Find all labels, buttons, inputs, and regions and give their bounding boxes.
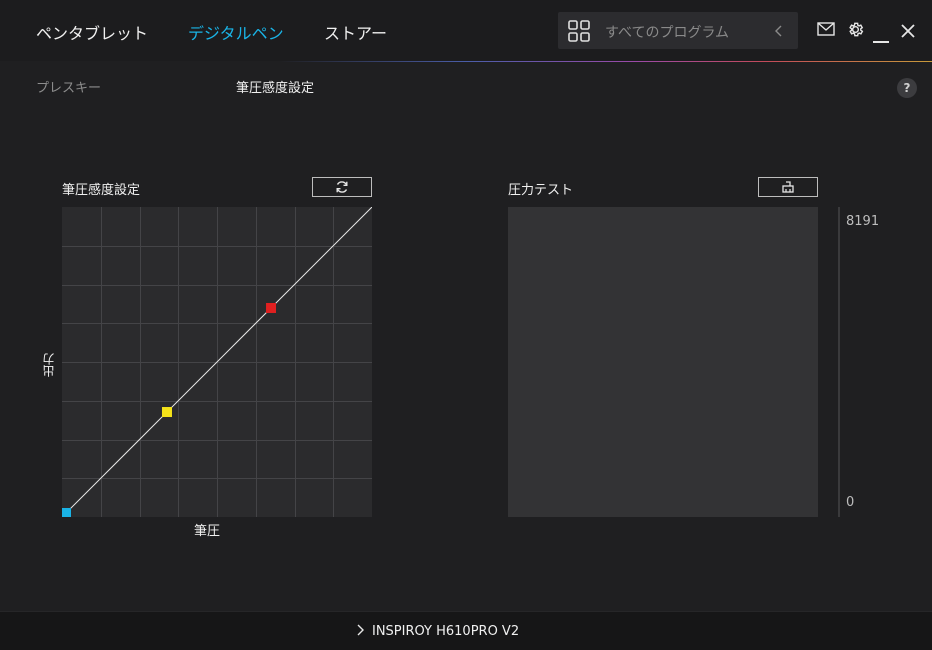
apps-grid-icon[interactable] xyxy=(568,20,590,46)
y-axis-label: 出力 xyxy=(42,353,56,377)
curve-control-point-start[interactable] xyxy=(61,508,71,518)
top-bar: ペンタブレット デジタルペン ストアー すべてのプログラム xyxy=(0,0,932,62)
eraser-icon xyxy=(782,181,794,193)
meter-min-label: 0 xyxy=(846,495,855,510)
minimize-icon[interactable] xyxy=(873,29,889,48)
search-placeholder: すべてのプログラム xyxy=(605,25,730,41)
device-bar: INSPIROY H610PRO V2 xyxy=(0,611,932,650)
program-search[interactable]: すべてのプログラム xyxy=(558,12,798,49)
pressure-curve-line xyxy=(65,206,373,514)
device-selector[interactable]: INSPIROY H610PRO V2 xyxy=(356,624,519,639)
x-axis-label: 筆圧 xyxy=(194,524,221,539)
clear-test-button[interactable] xyxy=(758,177,818,197)
chevron-left-icon[interactable] xyxy=(774,23,784,42)
pressure-curve-editor[interactable] xyxy=(61,206,373,518)
curve-panel-title: 筆圧感度設定 xyxy=(62,183,141,198)
refresh-icon xyxy=(336,181,348,193)
test-panel-title: 圧力テスト xyxy=(508,183,574,198)
pressure-meter xyxy=(838,207,840,517)
tab-digital-pen[interactable]: デジタルペン xyxy=(188,20,284,44)
curve-control-point-end-handle[interactable] xyxy=(266,302,277,313)
meter-max-label: 8191 xyxy=(846,214,880,229)
tab-pen-tablet[interactable]: ペンタブレット xyxy=(36,20,148,44)
curve-control-point-mid[interactable] xyxy=(161,407,172,418)
tab-store[interactable]: ストアー xyxy=(324,20,387,44)
device-name: INSPIROY H610PRO V2 xyxy=(372,624,520,639)
subtab-pressure-sensitivity[interactable]: 筆圧感度設定 xyxy=(236,77,314,96)
gear-icon[interactable] xyxy=(847,21,864,42)
accent-divider xyxy=(0,61,932,62)
mail-icon[interactable] xyxy=(817,21,835,40)
subtab-press-keys[interactable]: プレスキー xyxy=(36,77,101,96)
help-icon[interactable]: ? xyxy=(897,78,917,98)
chevron-right-icon xyxy=(357,624,364,636)
reset-curve-button[interactable] xyxy=(312,177,372,197)
close-icon[interactable] xyxy=(901,23,915,42)
pressure-test-area[interactable] xyxy=(508,207,818,517)
